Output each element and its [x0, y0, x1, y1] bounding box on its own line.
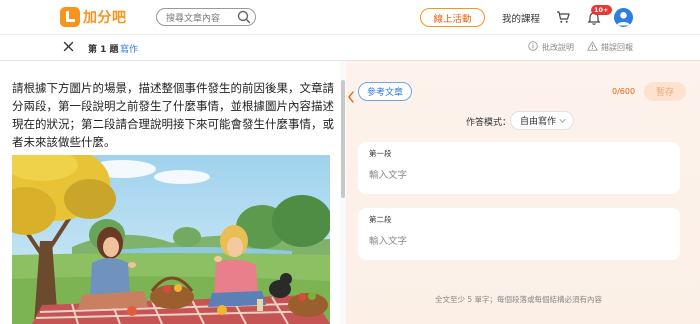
picnic-illustration [12, 155, 330, 324]
live-events-button[interactable]: 線上活動 [420, 8, 485, 27]
paragraph-card-1: 第一段 [358, 142, 680, 194]
search-box[interactable]: 搜尋文章內容 [156, 8, 256, 26]
word-count: 0/600 [612, 87, 636, 96]
paragraph-card-2: 第二段 [358, 208, 680, 260]
info-icon[interactable] [528, 41, 538, 51]
paragraph-title: 第二段 [369, 215, 392, 224]
chevron-down-icon [559, 119, 566, 123]
word-requirement-note: 全文至少 5 單字；每個段落或每個結構必須有內容 [435, 295, 603, 304]
cart-icon[interactable] [556, 10, 570, 24]
answer-mode-select[interactable]: 自由寫作 [510, 111, 574, 130]
question-title: 第 1 題 [88, 45, 119, 55]
logo-icon [60, 7, 80, 27]
question-type: 寫作 [120, 45, 139, 55]
paragraph-2-input[interactable] [369, 236, 669, 247]
user-icon [617, 12, 630, 26]
warning-icon[interactable] [587, 41, 598, 51]
left-scrollbar-thumb[interactable] [341, 80, 345, 198]
answer-mode-value: 自由寫作 [520, 117, 557, 127]
notification-badge: 10+ [591, 5, 612, 15]
answer-mode-label: 作答模式： [466, 118, 512, 128]
search-input[interactable]: 搜尋文章內容 [166, 11, 236, 24]
avatar[interactable] [614, 8, 633, 27]
paragraph-title: 第一段 [369, 149, 392, 158]
prompt-text: 請根據下方圖片的場景，描述整個事件發生的前因後果，文章請分兩段，第一段說明之前發… [12, 81, 334, 149]
paragraph-1-input[interactable] [369, 170, 669, 181]
close-icon[interactable] [63, 41, 74, 52]
chevron-left-icon[interactable] [346, 90, 356, 104]
my-courses-link[interactable]: 我的課程 [502, 11, 540, 25]
error-report-link[interactable]: 錯誤回報 [601, 42, 633, 53]
save-draft-button[interactable]: 暫存 [644, 82, 686, 101]
logo[interactable]: 加分吧 [60, 7, 127, 27]
search-icon[interactable] [236, 9, 252, 25]
grading-info-link[interactable]: 批改說明 [542, 42, 574, 53]
logo-text: 加分吧 [83, 10, 127, 26]
reference-article-button[interactable]: 參考文章 [358, 82, 412, 101]
